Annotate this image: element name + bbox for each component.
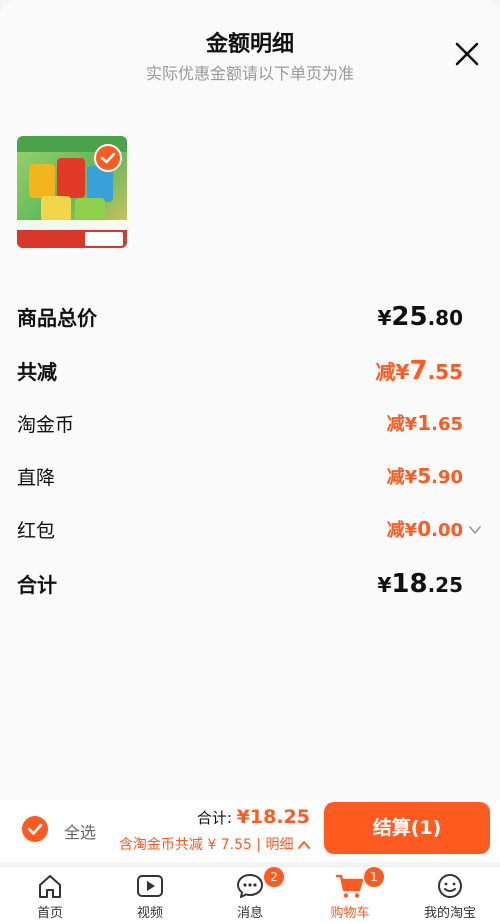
select-all-label[interactable]: 全选 bbox=[64, 819, 96, 843]
coins-value: 减¥1.65 bbox=[386, 411, 463, 435]
cart-badge: 1 bbox=[364, 867, 384, 887]
chevron-down-icon[interactable] bbox=[468, 523, 482, 537]
tab-cart[interactable]: 1 购物车 bbox=[300, 867, 400, 923]
tab-video[interactable]: 视频 bbox=[100, 867, 200, 923]
sheet-subtitle: 实际优惠金额请以下单页为准 bbox=[145, 64, 354, 83]
total-discount-label: 共减 bbox=[17, 360, 57, 384]
total-discount-row: 共减 减¥7.55 bbox=[17, 356, 463, 388]
discount-detail-link[interactable]: 含淘金币共减 ¥ 7.55 | 明细 bbox=[119, 834, 310, 854]
coins-row: 淘金币 减¥1.65 bbox=[17, 410, 463, 442]
select-all-check-icon[interactable] bbox=[22, 816, 48, 842]
total-value: ¥18.25 bbox=[377, 569, 463, 599]
total-row: 合计 ¥18.25 bbox=[17, 569, 463, 601]
tab-home[interactable]: 首页 bbox=[0, 867, 100, 923]
product-selected-check-icon[interactable] bbox=[94, 144, 122, 172]
bottom-tab-bar: 首页 视频 2 消息 1 购物车 我的淘宝 bbox=[0, 866, 500, 923]
close-icon[interactable] bbox=[453, 40, 481, 68]
chevron-up-icon bbox=[298, 841, 310, 849]
checkout-button[interactable]: 结算(1) bbox=[324, 802, 490, 854]
cart-icon bbox=[335, 874, 364, 898]
red-packet-label: 红包 bbox=[17, 520, 56, 542]
direct-drop-row: 直降 减¥5.90 bbox=[17, 463, 463, 495]
amount-detail-sheet: 金额明细 实际优惠金额请以下单页为准 商品总价 ¥25.80 共减 减¥7.55 bbox=[0, 0, 500, 800]
tab-profile[interactable]: 我的淘宝 bbox=[400, 867, 500, 923]
red-packet-value: 减¥0.00 bbox=[386, 517, 463, 541]
total-discount-value: 减¥7.55 bbox=[375, 356, 463, 386]
red-packet-row[interactable]: 红包 减¥0.00 bbox=[17, 516, 463, 548]
checkout-bar: 全选 合计: ¥18.25 含淘金币共减 ¥ 7.55 | 明细 结算(1) bbox=[0, 800, 500, 862]
subtotal-label: 商品总价 bbox=[17, 306, 97, 330]
tab-messages[interactable]: 2 消息 bbox=[200, 867, 300, 923]
subtotal-value: ¥25.80 bbox=[377, 302, 463, 332]
home-icon bbox=[39, 875, 61, 898]
profile-icon bbox=[438, 874, 462, 898]
direct-drop-label: 直降 bbox=[17, 467, 56, 489]
coins-label: 淘金币 bbox=[17, 414, 75, 436]
video-icon bbox=[137, 875, 163, 897]
total-label: 合计 bbox=[17, 573, 57, 597]
sheet-title: 金额明细 bbox=[205, 32, 294, 57]
messages-badge: 2 bbox=[264, 867, 284, 887]
direct-drop-value: 减¥5.90 bbox=[386, 464, 463, 488]
subtotal-row: 商品总价 ¥25.80 bbox=[17, 302, 463, 334]
checkout-total: 合计: ¥18.25 bbox=[196, 806, 310, 828]
message-icon bbox=[237, 874, 263, 898]
